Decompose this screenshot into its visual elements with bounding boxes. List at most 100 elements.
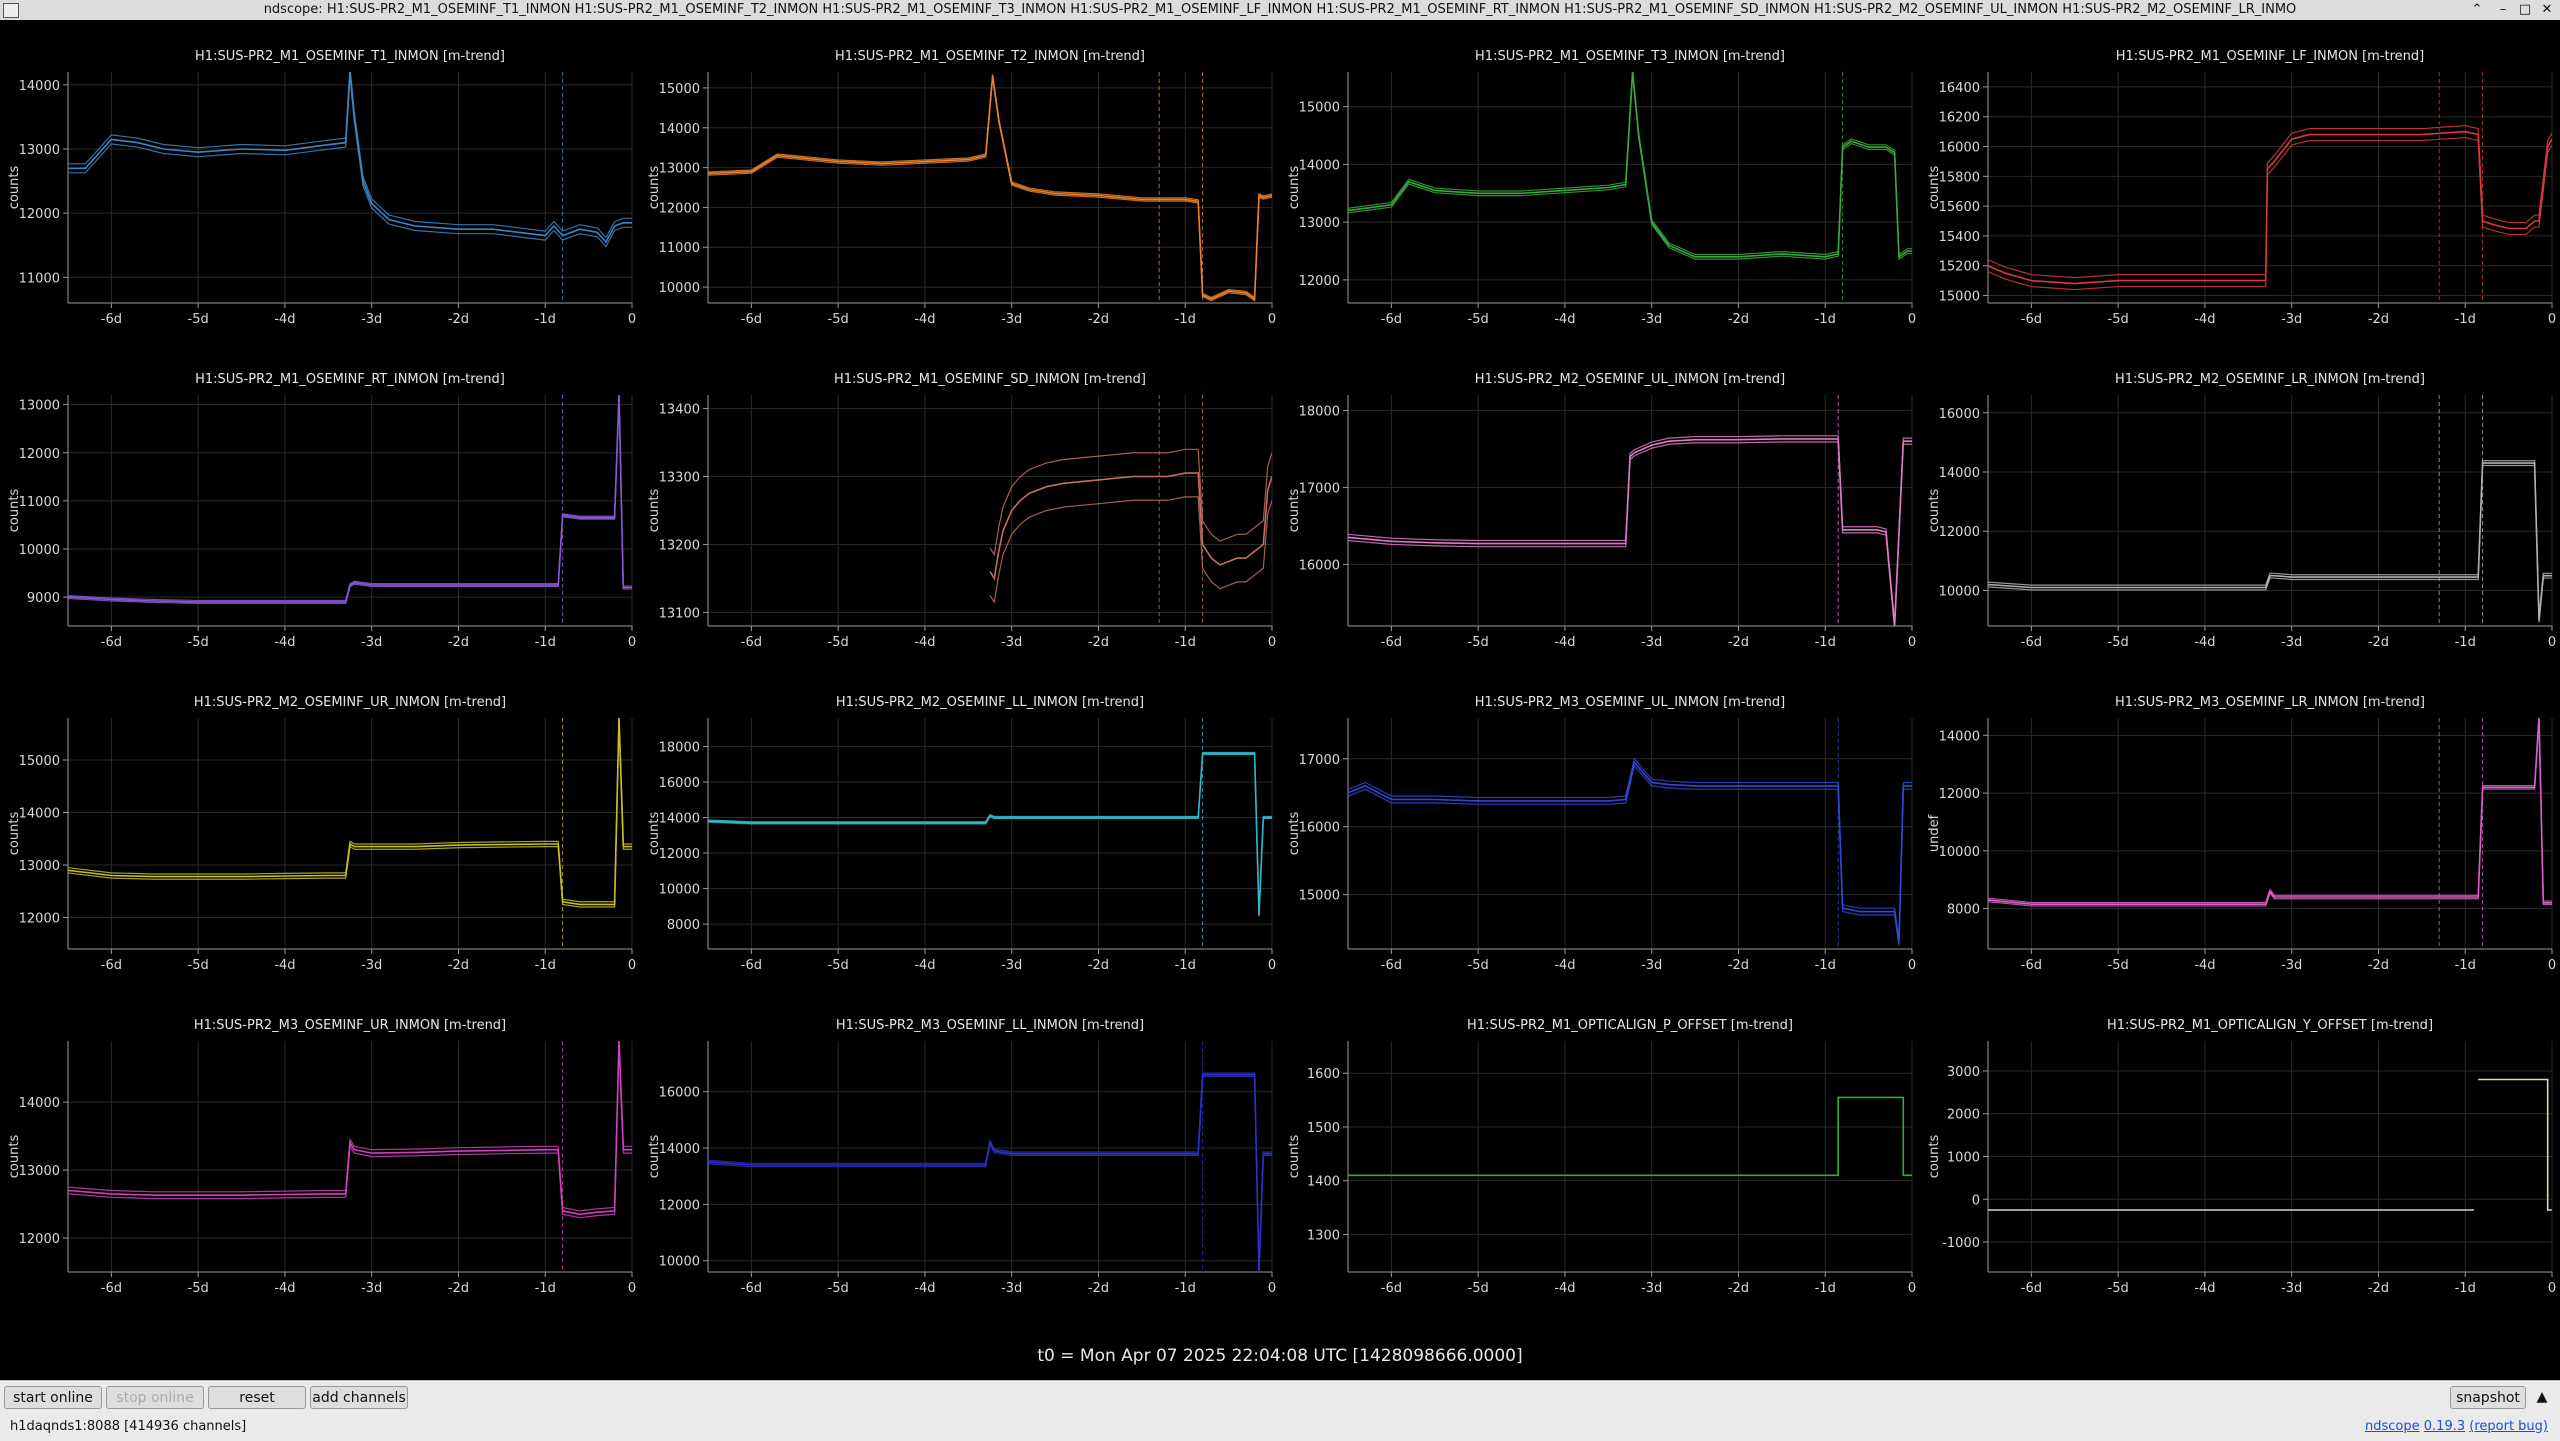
y-tick-label: 14000 <box>1299 158 1340 173</box>
start-online-button[interactable]: start online <box>4 1386 102 1409</box>
x-tick-label: 0 <box>1908 312 1916 327</box>
series-band-lower <box>68 76 632 248</box>
chart-plot-area <box>68 718 632 949</box>
y-tick-label: 13000 <box>19 143 60 158</box>
y-axis-label: counts <box>647 489 662 533</box>
chart-title: H1:SUS-PR2_M2_OSEMINF_LL_INMON [m-trend] <box>836 695 1144 710</box>
maximize-button[interactable]: □ <box>2514 0 2536 20</box>
x-tick-label: -1d <box>2455 958 2476 973</box>
chart-panel[interactable]: H1:SUS-PR2_M3_OSEMINF_LR_INMON [m-trend]… <box>1927 695 2556 973</box>
x-tick-label: -6d <box>2021 1281 2042 1296</box>
x-tick-label: -1d <box>1175 312 1196 327</box>
y-axis-label: counts <box>7 812 22 856</box>
plot-grid[interactable]: H1:SUS-PR2_M1_OSEMINF_T1_INMON [m-trend]… <box>0 20 2560 1380</box>
version-link[interactable]: 0.19.3 <box>2424 1419 2465 1434</box>
close-button[interactable]: ✕ <box>2536 0 2558 20</box>
series-line <box>1348 1096 1912 1177</box>
x-tick-label: 0 <box>1268 1281 1276 1296</box>
stop-online-button[interactable]: stop online <box>106 1386 204 1409</box>
chart-title: H1:SUS-PR2_M1_OSEMINF_T2_INMON [m-trend] <box>835 49 1145 64</box>
y-tick-label: 18000 <box>659 740 700 755</box>
x-tick-label: -3d <box>1001 635 1022 650</box>
x-tick-label: -2d <box>1728 1281 1749 1296</box>
x-tick-label: -2d <box>448 958 469 973</box>
x-tick-label: -5d <box>828 635 849 650</box>
chart-panel[interactable]: H1:SUS-PR2_M2_OSEMINF_LL_INMON [m-trend]… <box>647 695 1276 973</box>
y-tick-label: 8000 <box>1947 903 1980 918</box>
x-tick-label: 0 <box>1268 635 1276 650</box>
expand-icon[interactable]: ▲ <box>2530 1386 2554 1409</box>
y-axis-label: counts <box>1287 812 1302 856</box>
plots-svg[interactable]: H1:SUS-PR2_M1_OSEMINF_T1_INMON [m-trend]… <box>0 20 2560 1340</box>
y-axis-label: counts <box>7 1135 22 1179</box>
chart-panel[interactable]: H1:SUS-PR2_M1_OSEMINF_T1_INMON [m-trend]… <box>7 49 636 327</box>
chart-panel[interactable]: H1:SUS-PR2_M1_OPTICALIGN_Y_OFFSET [m-tre… <box>1927 1018 2556 1296</box>
x-tick-label: -3d <box>2281 958 2302 973</box>
x-tick-label: -2d <box>448 635 469 650</box>
x-tick-label: -4d <box>274 1281 295 1296</box>
x-tick-label: -2d <box>1088 958 1109 973</box>
y-tick-label: 1300 <box>1307 1228 1340 1243</box>
y-axis-label: counts <box>7 166 22 210</box>
minimize-button[interactable]: – <box>2492 0 2514 20</box>
chart-panel[interactable]: H1:SUS-PR2_M3_OSEMINF_LL_INMON [m-trend]… <box>647 1018 1276 1296</box>
add-channels-button[interactable]: add channels <box>310 1386 408 1409</box>
x-tick-label: -3d <box>2281 312 2302 327</box>
y-tick-label: 12000 <box>1299 274 1340 289</box>
series-band-lower <box>708 1075 1272 1272</box>
x-tick-label: -6d <box>1381 312 1402 327</box>
y-tick-label: 9000 <box>27 591 60 606</box>
y-tick-label: 15000 <box>1939 290 1980 305</box>
window-titlebar: ndscope: H1:SUS-PR2_M1_OSEMINF_T1_INMON … <box>0 0 2560 21</box>
x-tick-label: -5d <box>2108 635 2129 650</box>
chart-panel[interactable]: H1:SUS-PR2_M1_OSEMINF_SD_INMON [m-trend]… <box>647 372 1276 650</box>
ndscope-link[interactable]: ndscope <box>2365 1419 2420 1434</box>
x-tick-label: -5d <box>828 958 849 973</box>
x-tick-label: -1d <box>1175 958 1196 973</box>
x-tick-label: -4d <box>2194 958 2215 973</box>
chart-panel[interactable]: H1:SUS-PR2_M1_OSEMINF_LF_INMON [m-trend]… <box>1927 49 2556 327</box>
chart-panel[interactable]: H1:SUS-PR2_M1_OPTICALIGN_P_OFFSET [m-tre… <box>1287 1018 1916 1296</box>
x-tick-label: -3d <box>1001 1281 1022 1296</box>
y-tick-label: 11000 <box>659 241 700 256</box>
chart-panel[interactable]: H1:SUS-PR2_M1_OSEMINF_T2_INMON [m-trend]… <box>647 49 1276 327</box>
chart-panel[interactable]: H1:SUS-PR2_M2_OSEMINF_UR_INMON [m-trend]… <box>7 695 636 973</box>
snapshot-button[interactable]: snapshot <box>2450 1386 2526 1409</box>
y-tick-label: 16000 <box>1939 407 1980 422</box>
chevron-up-icon[interactable]: ⌃ <box>2466 0 2488 20</box>
t0-label: t0 = Mon Apr 07 2025 22:04:08 UTC [14280… <box>1037 1346 1523 1366</box>
x-tick-label: -4d <box>274 958 295 973</box>
chart-panel[interactable]: H1:SUS-PR2_M3_OSEMINF_UR_INMON [m-trend]… <box>7 1018 636 1296</box>
chart-panel[interactable]: H1:SUS-PR2_M2_OSEMINF_UL_INMON [m-trend]… <box>1287 372 1916 650</box>
chart-panel[interactable]: H1:SUS-PR2_M1_OSEMINF_RT_INMON [m-trend]… <box>7 372 636 650</box>
series-line <box>708 1074 1272 1272</box>
chart-title: H1:SUS-PR2_M1_OSEMINF_T3_INMON [m-trend] <box>1475 49 1785 64</box>
x-tick-label: -3d <box>361 958 382 973</box>
series-band-lower <box>1348 764 1912 946</box>
x-tick-label: -6d <box>101 958 122 973</box>
report-bug-link[interactable]: (report bug) <box>2469 1419 2548 1434</box>
y-tick-label: 14000 <box>659 812 700 827</box>
chart-panel[interactable]: H1:SUS-PR2_M1_OSEMINF_T3_INMON [m-trend]… <box>1287 49 1916 327</box>
y-tick-label: 11000 <box>19 271 60 286</box>
y-tick-label: 16000 <box>659 1086 700 1101</box>
chart-title: H1:SUS-PR2_M3_OSEMINF_UR_INMON [m-trend] <box>194 1018 506 1033</box>
y-tick-label: 13000 <box>19 399 60 414</box>
x-tick-label: -2d <box>2368 1281 2389 1296</box>
chart-title: H1:SUS-PR2_M1_OSEMINF_LF_INMON [m-trend] <box>2116 49 2424 64</box>
reset-button[interactable]: reset <box>208 1386 306 1409</box>
y-axis-label: counts <box>1287 1135 1302 1179</box>
y-tick-label: 14000 <box>19 79 60 94</box>
chart-plot-area <box>68 1041 632 1272</box>
x-tick-label: -3d <box>1641 1281 1662 1296</box>
x-tick-label: -1d <box>535 958 556 973</box>
chart-panel[interactable]: H1:SUS-PR2_M3_OSEMINF_UL_INMON [m-trend]… <box>1287 695 1916 973</box>
x-tick-label: 0 <box>1268 958 1276 973</box>
x-tick-label: -3d <box>1641 635 1662 650</box>
y-tick-label: 10000 <box>19 543 60 558</box>
y-tick-label: -1000 <box>1942 1236 1980 1251</box>
x-tick-label: -1d <box>535 635 556 650</box>
y-tick-label: 13000 <box>1299 216 1340 231</box>
x-tick-label: -1d <box>2455 312 2476 327</box>
chart-panel[interactable]: H1:SUS-PR2_M2_OSEMINF_LR_INMON [m-trend]… <box>1927 372 2556 650</box>
